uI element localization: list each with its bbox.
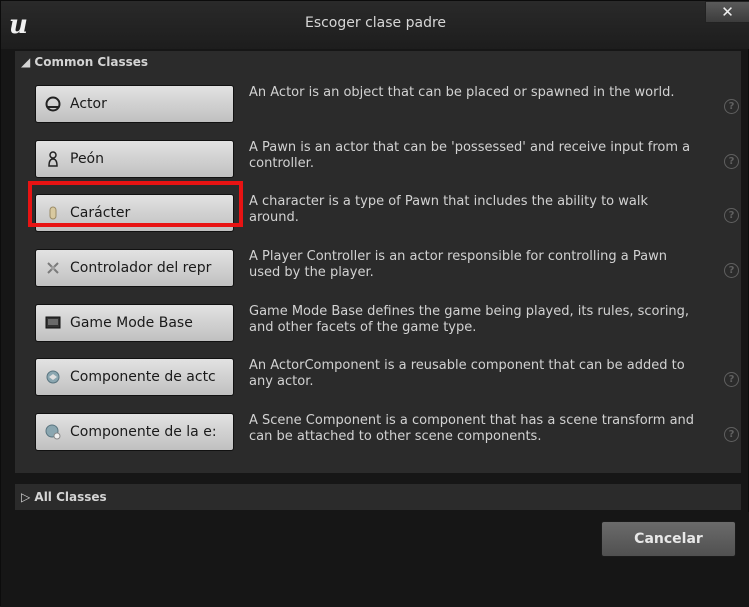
title-bar[interactable]: u Escoger clase padre ✕ bbox=[1, 1, 749, 49]
class-row-scene-component: Componente de la e: A Scene Component is… bbox=[15, 407, 741, 461]
class-description: An Actor is an object that can be placed… bbox=[249, 85, 675, 100]
scene-component-class-button[interactable]: Componente de la e: bbox=[35, 413, 234, 451]
selection-highlight bbox=[28, 181, 243, 227]
class-row-player-controller: Controlador del repr A Player Controller… bbox=[15, 243, 741, 297]
help-icon[interactable]: ? bbox=[724, 427, 739, 442]
class-description: A Pawn is an actor that can be 'possesse… bbox=[249, 140, 691, 171]
player-controller-icon bbox=[47, 262, 59, 274]
game-mode-icon bbox=[45, 316, 61, 329]
actor-component-class-button[interactable]: Componente de actc bbox=[35, 358, 234, 396]
class-description: Game Mode Base defines the game being pl… bbox=[249, 304, 690, 335]
class-label: Controlador del repr bbox=[70, 260, 212, 276]
class-row-actor-component: Componente de actc An ActorComponent is … bbox=[15, 352, 741, 406]
help-icon[interactable]: ? bbox=[724, 263, 739, 278]
game-mode-base-class-button[interactable]: Game Mode Base bbox=[35, 304, 234, 342]
pawn-icon bbox=[48, 151, 58, 167]
scene-component-icon bbox=[45, 424, 61, 440]
class-row-actor: Actor An Actor is an object that can be … bbox=[15, 79, 741, 133]
common-classes-section: ◢ Common Classes Actor An Actor is an ob… bbox=[15, 51, 741, 473]
help-icon[interactable]: ? bbox=[724, 99, 739, 114]
all-classes-header[interactable]: ▷ All Classes bbox=[15, 484, 741, 510]
all-classes-section: ▷ All Classes bbox=[15, 484, 741, 510]
class-row-game-mode-base: Game Mode Base Game Mode Base defines th… bbox=[15, 298, 741, 352]
help-icon[interactable]: ? bbox=[724, 208, 739, 223]
class-label: Peón bbox=[70, 151, 104, 167]
help-icon[interactable]: ? bbox=[724, 154, 739, 169]
class-label: Componente de la e: bbox=[70, 424, 217, 440]
actor-icon bbox=[45, 96, 61, 112]
pawn-class-button[interactable]: Peón bbox=[35, 140, 234, 178]
window-title: Escoger clase padre bbox=[304, 15, 447, 31]
class-description: A Scene Component is a component that ha… bbox=[249, 413, 695, 444]
common-classes-header[interactable]: ◢ Common Classes bbox=[15, 51, 741, 73]
actor-class-button[interactable]: Actor bbox=[35, 85, 234, 123]
class-label: Componente de actc bbox=[70, 369, 216, 385]
class-description: A character is a type of Pawn that inclu… bbox=[249, 194, 648, 225]
player-controller-class-button[interactable]: Controlador del repr bbox=[35, 249, 234, 287]
cancel-button[interactable]: Cancelar bbox=[601, 521, 736, 557]
close-button[interactable]: ✕ bbox=[705, 1, 749, 23]
class-label: Actor bbox=[70, 96, 107, 112]
class-description: An ActorComponent is a reusable componen… bbox=[249, 358, 685, 389]
class-row-pawn: Peón A Pawn is an actor that can be 'pos… bbox=[15, 134, 741, 188]
help-icon[interactable]: ? bbox=[724, 372, 739, 387]
actor-component-icon bbox=[46, 370, 60, 384]
dialog-window: u Escoger clase padre ✕ ◢ Common Classes… bbox=[0, 0, 749, 607]
class-description: A Player Controller is an actor responsi… bbox=[249, 249, 667, 280]
class-label: Game Mode Base bbox=[70, 315, 193, 331]
